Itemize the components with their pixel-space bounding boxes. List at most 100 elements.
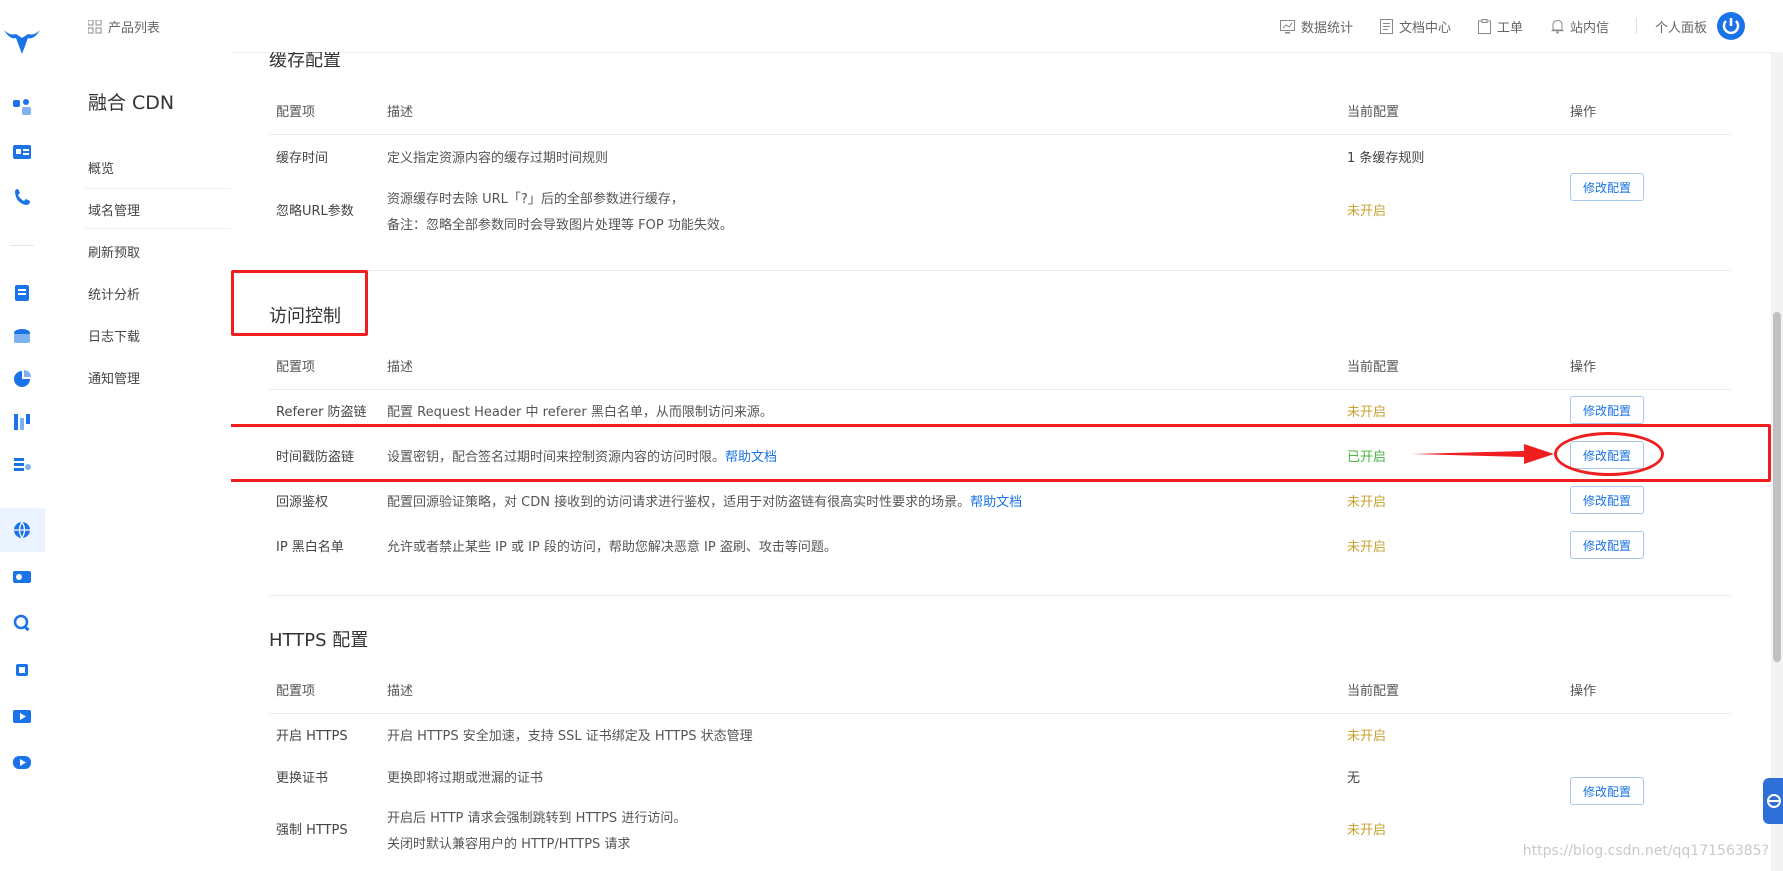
cache-row-name: 忽略URL参数 xyxy=(276,204,354,219)
col-header-desc: 描述 xyxy=(387,105,414,120)
col-header-current: 当前配置 xyxy=(1347,360,1400,375)
origin-auth-row-desc: 配置回源验证策略，对 CDN 接收到的访问请求进行鉴权，适用于对防盗链有很高实时… xyxy=(387,495,1023,510)
live-stream-icon[interactable] xyxy=(11,751,33,773)
cache-section-title: 缓存配置 xyxy=(269,52,341,71)
referer-row-name: Referer 防盗链 xyxy=(276,405,367,420)
col-header-item: 配置项 xyxy=(276,684,316,699)
referer-modify-button[interactable]: 修改配置 xyxy=(1570,396,1644,424)
doc-center-link[interactable]: 文档中心 xyxy=(1380,17,1451,36)
product-title: 融合 CDN xyxy=(88,92,175,114)
force-https-row-current: 未开启 xyxy=(1347,823,1387,838)
col-header-action: 操作 xyxy=(1570,684,1597,699)
ip-list-modify-button[interactable]: 修改配置 xyxy=(1570,531,1644,559)
cdn-globe-icon[interactable] xyxy=(0,508,45,552)
https-modify-button[interactable]: 修改配置 xyxy=(1570,777,1644,805)
topbar-divider xyxy=(1636,18,1637,34)
search-scan-icon[interactable] xyxy=(11,612,33,634)
nav-divider xyxy=(85,228,231,229)
media-card-icon[interactable] xyxy=(11,566,33,588)
cloud-server-icon[interactable] xyxy=(11,325,33,347)
floating-assistant-button[interactable] xyxy=(1763,778,1783,824)
product-sub-nav: 融合 CDN 概览 域名管理 刷新预取 统计分析 日志下载 通知管理 xyxy=(45,52,231,871)
clipboard-icon xyxy=(1478,19,1491,34)
watermark-text: https://blog.csdn.net/qq17156385? xyxy=(1522,843,1769,859)
col-header-action: 操作 xyxy=(1570,360,1597,375)
referer-row-current: 未开启 xyxy=(1347,405,1387,420)
data-stats-link[interactable]: 数据统计 xyxy=(1280,17,1353,36)
data-stats-label: 数据统计 xyxy=(1301,21,1354,36)
chip-icon[interactable] xyxy=(11,659,33,681)
table-header-divider xyxy=(269,389,1731,390)
access-control-highlight-box xyxy=(231,270,368,336)
section-divider xyxy=(269,270,1731,271)
scrollbar-thumb[interactable] xyxy=(1773,312,1781,662)
vertical-scrollbar[interactable] xyxy=(1771,52,1783,871)
cert-row-desc: 更换即将过期或泄漏的证书 xyxy=(387,771,544,786)
list-settings-icon[interactable] xyxy=(11,454,33,476)
monitor-chart-icon xyxy=(1280,19,1295,33)
cert-row-current: 无 xyxy=(1347,771,1361,786)
referer-row-desc: 配置 Request Header 中 referer 黑白名单，从而限制访问来… xyxy=(387,405,773,420)
cert-row-name: 更换证书 xyxy=(276,771,329,786)
product-list-label: 产品列表 xyxy=(108,21,161,36)
cache-row-current: 1 条缓存规则 xyxy=(1347,151,1425,166)
col-header-desc: 描述 xyxy=(387,684,414,699)
product-list-menu[interactable]: 产品列表 xyxy=(88,17,160,36)
ip-list-row-name: IP 黑白名单 xyxy=(276,540,344,555)
id-card-icon[interactable] xyxy=(11,141,33,163)
https-row-name: 开启 HTTPS xyxy=(276,729,348,744)
ip-list-row-desc: 允许或者禁止某些 IP 或 IP 段的访问，帮助您解决恶意 IP 盗刷、攻击等问… xyxy=(387,540,837,555)
ip-list-row-current: 未开启 xyxy=(1347,540,1387,555)
origin-auth-modify-button[interactable]: 修改配置 xyxy=(1570,486,1644,514)
modify-button-highlight-ellipse xyxy=(1554,432,1664,476)
grid-icon xyxy=(88,19,102,33)
help-doc-link[interactable]: 帮助文档 xyxy=(970,495,1022,510)
rail-divider xyxy=(10,245,34,246)
https-section-title: HTTPS 配置 xyxy=(269,630,369,651)
main-content: 缓存配置 配置项 描述 当前配置 操作 缓存时间 定义指定资源内容的缓存过期时间… xyxy=(231,52,1771,871)
table-header-divider xyxy=(269,713,1731,714)
personal-panel-link[interactable]: 个人面板 xyxy=(1655,17,1707,36)
pie-chart-icon[interactable] xyxy=(11,368,33,390)
phone-support-icon[interactable] xyxy=(11,186,33,208)
nav-item-notification[interactable]: 通知管理 xyxy=(88,368,140,387)
flow-chart-icon[interactable] xyxy=(11,411,33,433)
ticket-label: 工单 xyxy=(1497,21,1524,36)
doc-center-label: 文档中心 xyxy=(1399,21,1452,36)
bull-logo-icon[interactable] xyxy=(2,24,42,60)
user-group-icon[interactable] xyxy=(11,96,33,118)
nav-item-overview[interactable]: 概览 xyxy=(88,158,114,177)
cache-row-name: 缓存时间 xyxy=(276,151,329,166)
https-row-desc: 开启 HTTPS 安全加速，支持 SSL 证书绑定及 HTTPS 状态管理 xyxy=(387,729,753,744)
bell-icon xyxy=(1551,19,1564,34)
document-storage-icon[interactable] xyxy=(11,282,33,304)
top-bar: 产品列表 数据统计 文档中心 工单 站内信 个人面板 xyxy=(45,0,1783,53)
force-https-row-name: 强制 HTTPS xyxy=(276,823,348,838)
section-divider xyxy=(269,595,1731,596)
cache-modify-button[interactable]: 修改配置 xyxy=(1570,173,1644,201)
nav-item-log-download[interactable]: 日志下载 xyxy=(88,326,140,345)
video-icon[interactable] xyxy=(11,705,33,727)
table-header-divider xyxy=(269,134,1731,135)
origin-auth-row-name: 回源鉴权 xyxy=(276,495,329,510)
power-avatar-icon[interactable] xyxy=(1717,12,1745,40)
col-header-item: 配置项 xyxy=(276,105,316,120)
nav-item-refresh-prefetch[interactable]: 刷新预取 xyxy=(88,242,140,261)
col-header-action: 操作 xyxy=(1570,105,1597,120)
nav-item-domain-management[interactable]: 域名管理 xyxy=(88,200,140,219)
inbox-link[interactable]: 站内信 xyxy=(1551,17,1609,36)
cache-row-desc: 资源缓存时去除 URL「?」后的全部参数进行缓存， xyxy=(387,192,684,207)
col-header-desc: 描述 xyxy=(387,360,414,375)
personal-panel-label: 个人面板 xyxy=(1655,21,1708,36)
cache-row-desc-note: 备注：忽略全部参数同时会导致图片处理等 FOP 功能失效。 xyxy=(387,218,733,233)
cache-row-desc: 定义指定资源内容的缓存过期时间规则 xyxy=(387,151,609,166)
origin-auth-row-current: 未开启 xyxy=(1347,495,1387,510)
nav-divider xyxy=(85,188,231,189)
col-header-current: 当前配置 xyxy=(1347,105,1400,120)
red-arrow-icon xyxy=(1412,444,1554,464)
nav-item-statistics[interactable]: 统计分析 xyxy=(88,284,140,303)
document-icon xyxy=(1380,19,1393,34)
https-row-current: 未开启 xyxy=(1347,729,1387,744)
ticket-link[interactable]: 工单 xyxy=(1478,17,1523,36)
col-header-item: 配置项 xyxy=(276,360,316,375)
